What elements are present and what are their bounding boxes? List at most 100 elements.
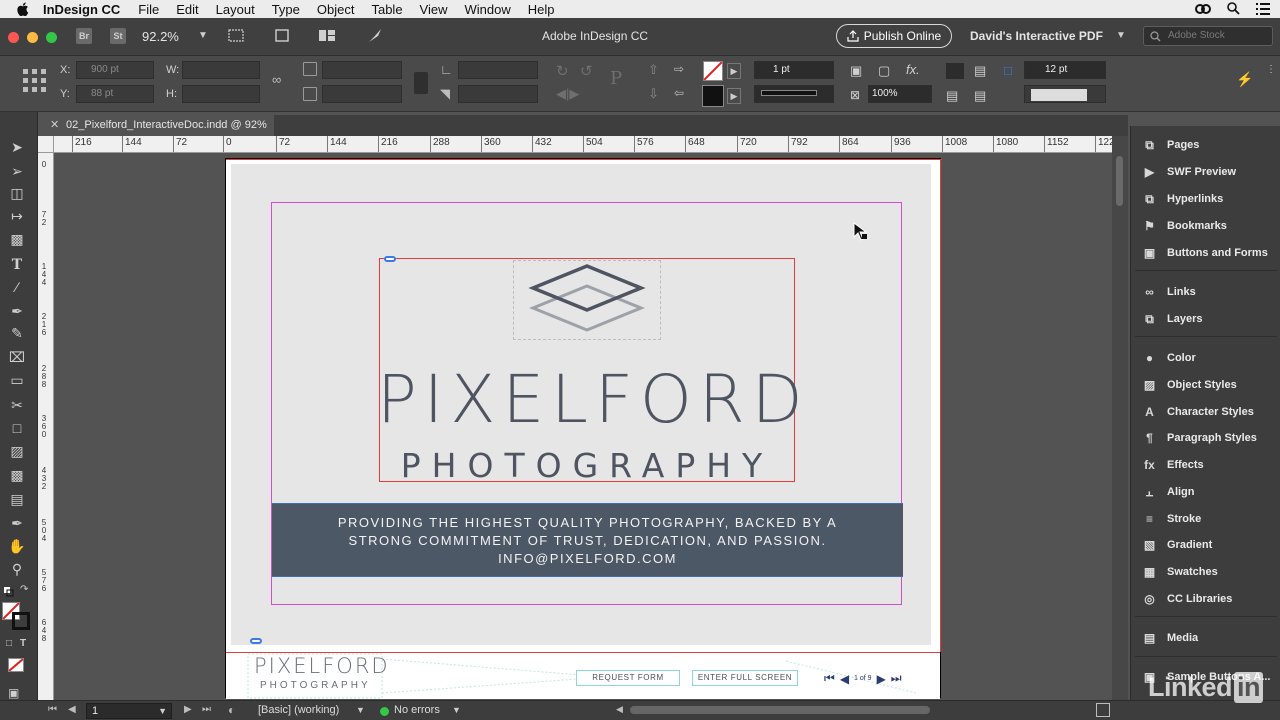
opacity-icon[interactable]: ⊠ bbox=[850, 88, 860, 102]
menu-window[interactable]: Window bbox=[465, 2, 511, 17]
adobe-stock-search[interactable]: Adobe Stock bbox=[1143, 26, 1273, 46]
select-content-icon[interactable]: ⇩ bbox=[648, 86, 659, 102]
vertical-scroll-thumb[interactable] bbox=[1116, 156, 1123, 206]
control-panel-menu-icon[interactable]: ⋮ bbox=[1266, 64, 1276, 75]
apply-none-icon[interactable] bbox=[8, 658, 24, 672]
panel-item-media[interactable]: ▤ Media bbox=[1141, 628, 1198, 648]
enter-full-screen-button[interactable]: ENTER FULL SCREEN bbox=[692, 670, 798, 686]
panel-item-character-styles[interactable]: A Character Styles bbox=[1141, 402, 1254, 422]
zoom-dropdown-icon[interactable]: ▼ bbox=[198, 30, 208, 41]
content-collector-icon[interactable]: ▩ bbox=[8, 230, 26, 248]
panel-item-swf-preview[interactable]: ▶ SWF Preview bbox=[1141, 162, 1236, 182]
drop-shadow-icon[interactable]: ▢ bbox=[878, 63, 890, 79]
text-wrap-bounding-icon[interactable]: ▤ bbox=[974, 63, 986, 79]
gradient-swatch-tool-icon[interactable]: ▨ bbox=[8, 442, 26, 460]
panel-item-align[interactable]: ⫠ Align bbox=[1141, 482, 1195, 502]
panel-item-color[interactable]: ● Color bbox=[1141, 348, 1196, 368]
panel-item-bookmarks[interactable]: ⚑ Bookmarks bbox=[1141, 216, 1227, 236]
rectangle-tool-icon[interactable]: ▭ bbox=[8, 371, 26, 389]
scale-x-field[interactable] bbox=[322, 61, 402, 79]
menu-object[interactable]: Object bbox=[317, 2, 355, 17]
corner-shape-dropdown[interactable] bbox=[1024, 85, 1106, 103]
panel-item-object-styles[interactable]: ▨ Object Styles bbox=[1141, 375, 1237, 395]
panel-item-hyperlinks[interactable]: ⧉ Hyperlinks bbox=[1141, 189, 1223, 209]
menu-file[interactable]: File bbox=[138, 2, 159, 17]
scale-x-icon[interactable] bbox=[303, 62, 317, 76]
fitting-icon[interactable]: ▣ bbox=[850, 63, 862, 79]
selection-tool-icon[interactable]: ➤ bbox=[8, 138, 26, 156]
workspace-switcher[interactable]: David's Interactive PDF bbox=[970, 29, 1103, 43]
next-page-icon[interactable]: ▶ bbox=[877, 672, 886, 686]
swap-fill-stroke-icon[interactable]: ↷ bbox=[20, 584, 28, 595]
opacity-field[interactable]: 100% bbox=[868, 85, 932, 103]
arrange-documents-icon[interactable] bbox=[318, 28, 336, 47]
scissors-tool-icon[interactable]: ✂ bbox=[8, 396, 26, 414]
constrain-proportions-icon[interactable]: ∞ bbox=[272, 72, 281, 87]
stroke-color-swatch[interactable] bbox=[702, 85, 724, 107]
rectangle-frame-tool-icon[interactable]: ⌧ bbox=[8, 348, 26, 366]
zoom-level[interactable]: 92.2% bbox=[142, 29, 179, 44]
vertical-ruler[interactable]: 0 7 2 1 4 4 2 1 6 2 8 8 3 6 0 4 3 2 5 0 4 5 7 6 6… bbox=[38, 153, 54, 700]
align-center-icon[interactable]: ▤ bbox=[974, 88, 986, 104]
scale-y-field[interactable] bbox=[322, 85, 402, 103]
width-field[interactable] bbox=[182, 61, 260, 79]
last-spread-icon[interactable]: ⏭ bbox=[202, 704, 211, 715]
panel-item-pages[interactable]: ⧉ Pages bbox=[1141, 135, 1199, 155]
text-wrap-none-icon[interactable] bbox=[946, 63, 964, 79]
zoom-tool-icon[interactable]: ⚲ bbox=[8, 560, 26, 578]
first-page-icon[interactable]: ⏮ bbox=[824, 671, 835, 686]
stroke-weight-field[interactable]: 1 pt bbox=[754, 61, 834, 79]
shear-angle-icon[interactable]: ◥ bbox=[440, 86, 450, 102]
stroke-menu-arrow[interactable]: ▶ bbox=[727, 88, 741, 104]
close-window-button[interactable] bbox=[8, 32, 19, 43]
document-tab[interactable]: ✕ 02_Pixelford_InteractiveDoc.indd @ 92% bbox=[40, 115, 274, 136]
notification-center-icon[interactable] bbox=[1256, 2, 1270, 18]
errors-chevron-down-icon[interactable]: ▼ bbox=[452, 705, 461, 715]
preflight-errors-label[interactable]: No errors bbox=[394, 704, 440, 716]
gap-tool-icon[interactable]: ↦ bbox=[8, 207, 26, 225]
contact-email[interactable]: INFO@PIXELFORD.COM bbox=[272, 550, 903, 568]
rotate-angle-icon[interactable]: ∟ bbox=[440, 62, 453, 77]
select-container-icon[interactable]: ⇧ bbox=[648, 62, 659, 78]
next-spread-icon[interactable]: ▶ bbox=[184, 704, 192, 715]
panel-item-stroke[interactable]: ≡ Stroke bbox=[1141, 509, 1201, 529]
publish-online-button[interactable]: Publish Online bbox=[836, 24, 952, 48]
screen-mode-icon[interactable] bbox=[274, 28, 292, 47]
apple-icon[interactable] bbox=[17, 2, 31, 16]
zoom-window-button[interactable] bbox=[46, 32, 57, 43]
stock-button[interactable]: St bbox=[110, 28, 126, 44]
document-page[interactable]: PIXELFORD PHOTOGRAPHY PROVIDING THE HIGH… bbox=[225, 158, 942, 699]
panel-item-gradient[interactable]: ▧ Gradient bbox=[1141, 535, 1212, 555]
scale-y-icon[interactable] bbox=[303, 87, 317, 101]
height-field[interactable] bbox=[182, 85, 260, 103]
pencil-tool-icon[interactable]: ✎ bbox=[8, 324, 26, 342]
split-layout-icon[interactable] bbox=[1096, 703, 1110, 717]
preflight-chevron-down-icon[interactable]: ▼ bbox=[356, 705, 365, 715]
menu-edit[interactable]: Edit bbox=[176, 2, 198, 17]
panel-item-links[interactable]: ∞ Links bbox=[1141, 282, 1196, 302]
auto-fit-icon[interactable]: □ bbox=[1004, 63, 1012, 78]
shear-angle-field[interactable] bbox=[458, 85, 538, 103]
previous-spread-icon[interactable]: ◀ bbox=[68, 704, 76, 715]
free-transform-tool-icon[interactable]: □ bbox=[8, 419, 26, 437]
panel-item-cc-libraries[interactable]: ◎ CC Libraries bbox=[1141, 589, 1232, 609]
select-previous-icon[interactable]: ⇨ bbox=[674, 62, 684, 76]
fill-none-swatch[interactable] bbox=[703, 61, 723, 81]
hand-tool-icon[interactable]: ✋ bbox=[8, 537, 26, 555]
hyperlink-badge-icon[interactable] bbox=[384, 256, 396, 262]
page-tool-icon[interactable]: ◫ bbox=[8, 184, 26, 202]
minimize-window-button[interactable] bbox=[27, 32, 38, 43]
direct-selection-tool-icon[interactable]: ➢ bbox=[8, 162, 26, 180]
stroke-type-dropdown[interactable] bbox=[754, 85, 834, 103]
menu-help[interactable]: Help bbox=[528, 2, 555, 17]
vertical-scrollbar[interactable] bbox=[1112, 136, 1128, 700]
x-position-field[interactable]: 900 pt bbox=[76, 61, 154, 79]
fill-menu-arrow[interactable]: ▶ bbox=[727, 63, 741, 79]
last-page-icon[interactable]: ⏭ bbox=[891, 671, 902, 686]
first-spread-icon[interactable]: ⏮ bbox=[48, 704, 57, 715]
text-frame-icon[interactable]: P bbox=[610, 68, 622, 89]
horizontal-scrollbar[interactable] bbox=[630, 706, 930, 714]
publish-rocket-icon[interactable] bbox=[366, 27, 384, 48]
workspace-chevron-down-icon[interactable]: ▼ bbox=[1116, 30, 1126, 41]
panel-item-buttons-forms[interactable]: ▣ Buttons and Forms bbox=[1141, 243, 1268, 263]
